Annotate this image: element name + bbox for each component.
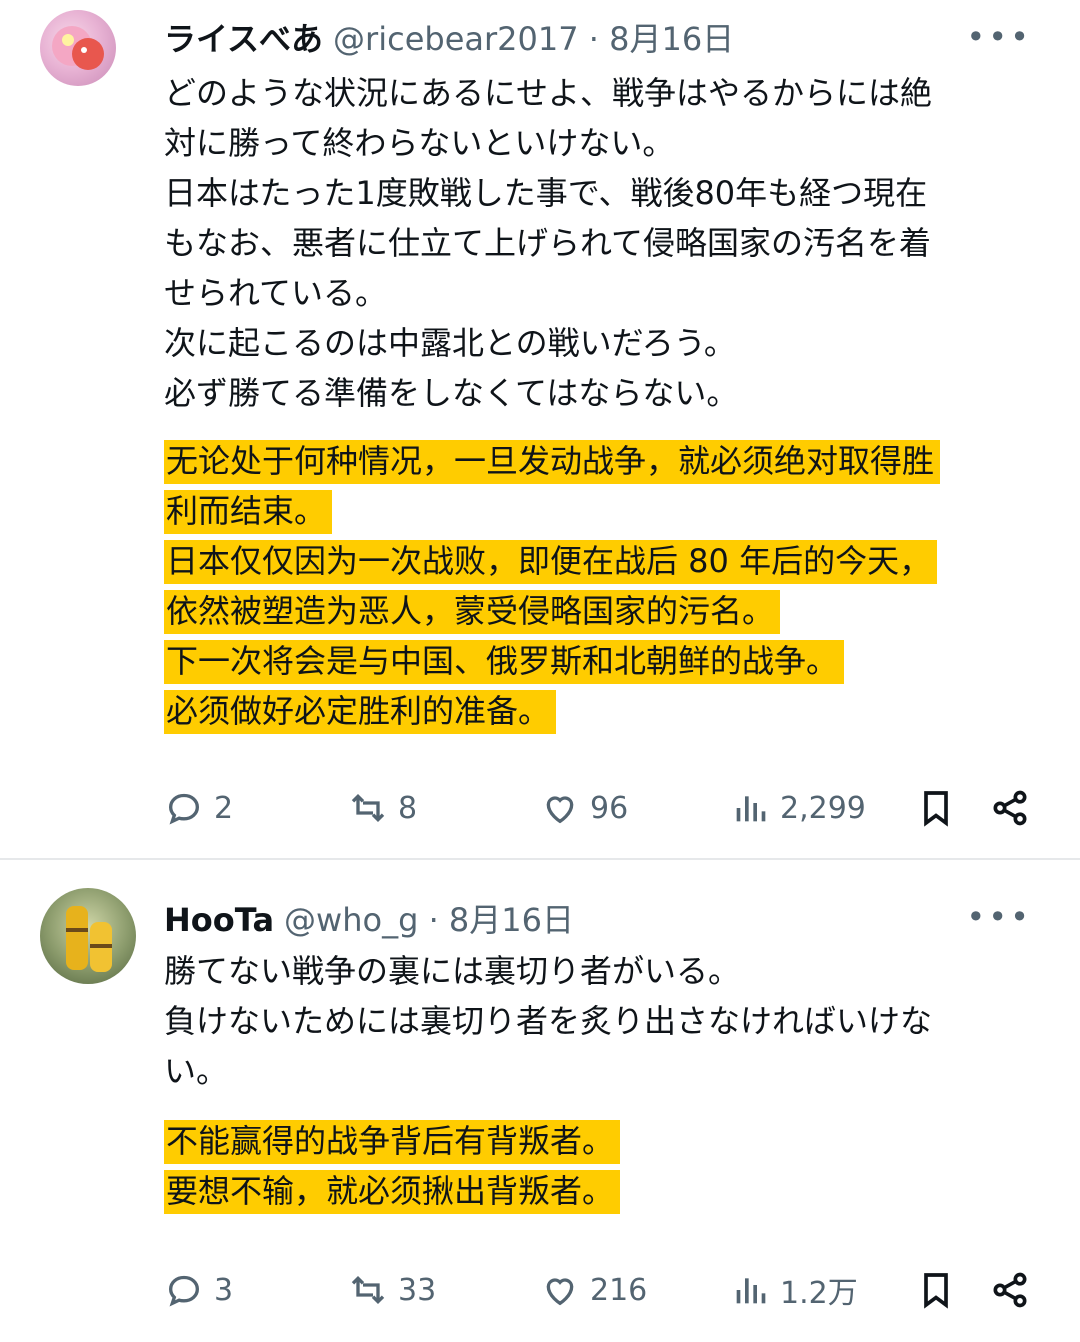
bookmark-icon <box>924 791 948 827</box>
share-button[interactable] <box>990 1266 1030 1314</box>
view-count: 1.2万 <box>780 1276 858 1311</box>
highlighted-line: 利而结束。 <box>164 490 333 534</box>
avatar[interactable] <box>40 10 116 86</box>
highlighted-line: 不能赢得的战争背后有背叛者。 <box>164 1120 621 1164</box>
text-line: どのような状況にあるにせよ、戦争はやるからには絶 <box>164 74 933 112</box>
post-divider <box>0 858 1080 860</box>
post-header: HooTa @who_g · 8月16日 <box>164 901 574 939</box>
repost-count: 8 <box>398 790 418 826</box>
views-icon <box>736 796 766 822</box>
post-date[interactable]: 8月16日 <box>609 20 734 58</box>
highlighted-line: 下一次将会是与中国、俄罗斯和北朝鲜的战争。 <box>164 640 845 684</box>
text-line: 日本はたった1度敗戦した事で、戦後80年も経つ現在 <box>164 174 928 212</box>
repost-button[interactable]: 33 <box>348 1266 436 1314</box>
text-line: 勝てない戦争の裏には裏切り者がいる。 <box>164 952 741 990</box>
highlighted-line: 无论处于何种情况，一旦发动战争，就必须绝对取得胜 <box>164 440 941 484</box>
text-line: 負けないためには裏切り者を炙り出さなければいけな <box>164 1002 933 1040</box>
reply-count: 3 <box>214 1272 234 1308</box>
views-button[interactable]: 2,299 <box>730 784 866 832</box>
text-line: 対に勝って終わらないといけない。 <box>164 124 675 162</box>
share-button[interactable] <box>990 784 1030 832</box>
text-line: い。 <box>164 1052 229 1090</box>
bookmark-icon <box>924 1273 948 1309</box>
more-options-icon[interactable]: ••• <box>966 898 1032 936</box>
like-count: 216 <box>590 1272 648 1308</box>
view-count: 2,299 <box>780 790 866 826</box>
text-line: せられている。 <box>164 274 388 312</box>
highlighted-line: 日本仅仅因为一次战败，即便在战后 80 年后的今天， <box>164 540 938 584</box>
reply-count: 2 <box>214 790 234 826</box>
repost-button[interactable]: 8 <box>348 784 417 832</box>
share-icon <box>993 790 1027 826</box>
highlighted-line: 必须做好必定胜利的准备。 <box>164 690 557 734</box>
display-name[interactable]: HooTa <box>164 901 274 939</box>
display-name[interactable]: ライスべあ <box>164 20 323 58</box>
translation-chinese-highlighted: 不能赢得的战争背后有背叛者。 要想不输，就必须揪出背叛者。 <box>164 1116 1044 1216</box>
highlighted-line: 要想不输，就必须揪出背叛者。 <box>164 1170 621 1214</box>
reply-button[interactable]: 3 <box>164 1266 233 1314</box>
bookmark-button[interactable] <box>916 784 956 832</box>
share-icon <box>993 1272 1027 1308</box>
avatar[interactable] <box>40 888 136 984</box>
heart-icon <box>546 796 574 824</box>
repost-icon <box>351 793 385 823</box>
more-options-icon[interactable]: ••• <box>966 18 1032 56</box>
action-bar: 2 8 96 2,299 <box>164 784 1044 832</box>
like-button[interactable]: 216 <box>540 1266 647 1314</box>
post-date[interactable]: 8月16日 <box>449 901 574 939</box>
reply-button[interactable]: 2 <box>164 784 233 832</box>
repost-count: 33 <box>398 1272 437 1308</box>
reply-icon <box>168 793 200 825</box>
handle[interactable]: @ricebear2017 <box>333 20 579 58</box>
translation-chinese-highlighted: 无论处于何种情况，一旦发动战争，就必须绝对取得胜 利而结束。 日本仅仅因为一次战… <box>164 436 1044 736</box>
post-header: ライスべあ @ricebear2017 · 8月16日 <box>164 20 735 58</box>
views-icon <box>736 1278 766 1304</box>
reply-icon <box>168 1275 200 1307</box>
repost-icon <box>351 1275 385 1305</box>
like-button[interactable]: 96 <box>540 784 628 832</box>
handle[interactable]: @who_g <box>284 901 418 939</box>
post-1[interactable]: ライスべあ @ricebear2017 · 8月16日 ••• どのような状況にあ… <box>0 0 1080 860</box>
like-count: 96 <box>590 790 629 826</box>
post-text-japanese: どのような状況にあるにせよ、戦争はやるからには絶 対に勝って終わらないといけない… <box>164 68 1044 418</box>
highlighted-line: 依然被塑造为恶人，蒙受侵略国家的污名。 <box>164 590 781 634</box>
bookmark-button[interactable] <box>916 1266 956 1314</box>
post-text-japanese: 勝てない戦争の裏には裏切り者がいる。 負けないためには裏切り者を炙り出さなければ… <box>164 946 1044 1096</box>
action-bar: 3 33 216 1.2万 <box>164 1266 1044 1314</box>
text-line: 必ず勝てる準備をしなくてはならない。 <box>164 374 739 412</box>
text-line: もなお、悪者に仕立て上げられて侵略国家の汚名を着 <box>164 224 932 262</box>
text-line: 次に起こるのは中露北との戦いだろう。 <box>164 324 736 362</box>
views-button[interactable]: 1.2万 <box>730 1266 858 1314</box>
heart-icon <box>546 1278 574 1306</box>
